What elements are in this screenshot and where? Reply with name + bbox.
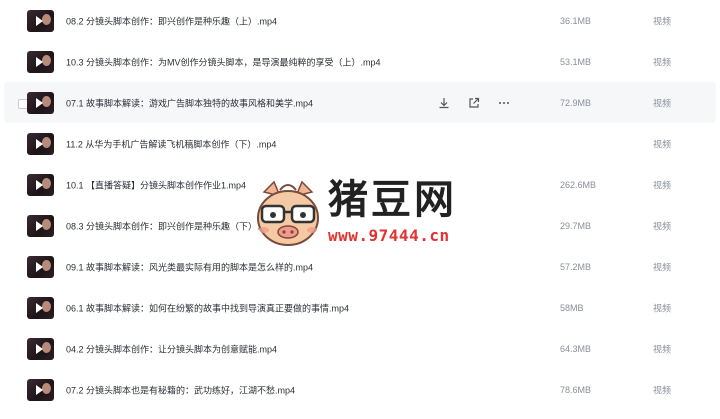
row-actions (437, 96, 511, 110)
file-type: 视频 (653, 385, 672, 395)
file-size: 57.2MB (560, 261, 592, 272)
file-row[interactable]: 04.2 分镜头脚本创作：让分镜头脚本为创意赋能.mp4 64.3MB 视频 (0, 328, 720, 369)
file-size: 58MB (560, 302, 584, 313)
file-type: 视频 (653, 180, 672, 190)
play-icon (36, 15, 43, 26)
file-type: 视频 (653, 221, 672, 231)
play-icon (36, 261, 43, 272)
file-name[interactable]: 10.3 分镜头脚本创作：为MV创作分镜头脚本，是导演最纯粹的享受（上）.mp4 (66, 55, 381, 68)
download-icon[interactable] (437, 96, 451, 110)
video-thumbnail[interactable] (27, 214, 54, 237)
file-name[interactable]: 08.3 分镜头脚本创作：即兴创作是种乐趣（下）.mp4 (66, 219, 277, 232)
video-thumbnail[interactable] (27, 378, 54, 401)
play-icon (36, 302, 43, 313)
file-row[interactable]: 10.3 分镜头脚本创作：为MV创作分镜头脚本，是导演最纯粹的享受（上）.mp4… (0, 41, 720, 82)
file-row[interactable]: 10.1 【直播答疑】分镜头脚本创作作业1.mp4 262.6MB 视频 (0, 164, 720, 205)
video-thumbnail[interactable] (27, 9, 54, 32)
more-icon[interactable] (497, 96, 511, 110)
file-row[interactable]: 08.3 分镜头脚本创作：即兴创作是种乐趣（下）.mp4 29.7MB 视频 (0, 205, 720, 246)
video-thumbnail[interactable] (27, 337, 54, 360)
file-type: 视频 (653, 344, 672, 354)
file-size: 78.6MB (560, 384, 592, 395)
video-thumbnail[interactable] (27, 50, 54, 73)
video-thumbnail[interactable] (27, 91, 54, 114)
file-type: 视频 (653, 262, 672, 272)
file-size: 36.1MB (560, 15, 592, 26)
file-name[interactable]: 07.2 分镜头脚本也是有秘籍的：武功练好，江湖不愁.mp4 (66, 383, 295, 396)
play-icon (36, 179, 43, 190)
play-icon (36, 56, 43, 67)
file-size: 64.3MB (560, 343, 592, 354)
file-name[interactable]: 08.2 分镜头脚本创作：即兴创作是种乐趣（上）.mp4 (66, 14, 277, 27)
play-icon (36, 384, 43, 395)
video-thumbnail[interactable] (27, 255, 54, 278)
file-name[interactable]: 09.1 故事脚本解读：风光类最实际有用的脚本是怎么样的.mp4 (66, 260, 313, 273)
file-type: 视频 (653, 16, 672, 26)
file-type: 视频 (653, 139, 672, 149)
file-row[interactable]: 08.2 分镜头脚本创作：即兴创作是种乐趣（上）.mp4 36.1MB 视频 (0, 0, 720, 41)
play-icon (36, 220, 43, 231)
file-name[interactable]: 07.1 故事脚本解读：游戏广告脚本独特的故事风格和美学.mp4 (66, 96, 313, 109)
play-icon (36, 343, 43, 354)
file-size: 29.7MB (560, 220, 592, 231)
file-size: 72.9MB (560, 97, 592, 108)
file-type: 视频 (653, 98, 672, 108)
file-type: 视频 (653, 57, 672, 67)
file-row[interactable]: 06.1 故事脚本解读：如何在纷繁的故事中找到导演真正要做的事情.mp4 58M… (0, 287, 720, 328)
file-row-hovered[interactable]: 07.1 故事脚本解读：游戏广告脚本独特的故事风格和美学.mp4 72.9MB … (4, 82, 716, 123)
file-name[interactable]: 11.2 从华为手机广告解读飞机稿脚本创作（下）.mp4 (66, 137, 276, 150)
file-name[interactable]: 10.1 【直播答疑】分镜头脚本创作作业1.mp4 (66, 178, 246, 191)
file-row[interactable]: 09.1 故事脚本解读：风光类最实际有用的脚本是怎么样的.mp4 57.2MB … (0, 246, 720, 287)
play-icon (36, 97, 43, 108)
share-icon[interactable] (467, 96, 481, 110)
file-name[interactable]: 06.1 故事脚本解读：如何在纷繁的故事中找到导演真正要做的事情.mp4 (66, 301, 349, 314)
file-row[interactable]: 11.2 从华为手机广告解读飞机稿脚本创作（下）.mp4 视频 (0, 123, 720, 164)
play-icon (36, 138, 43, 149)
video-thumbnail[interactable] (27, 132, 54, 155)
file-name[interactable]: 04.2 分镜头脚本创作：让分镜头脚本为创意赋能.mp4 (66, 342, 277, 355)
file-size: 53.1MB (560, 56, 592, 67)
video-thumbnail[interactable] (27, 173, 54, 196)
file-list: 08.2 分镜头脚本创作：即兴创作是种乐趣（上）.mp4 36.1MB 视频 1… (0, 0, 720, 410)
file-size: 262.6MB (560, 179, 597, 190)
file-type: 视频 (653, 303, 672, 313)
file-row[interactable]: 07.2 分镜头脚本也是有秘籍的：武功练好，江湖不愁.mp4 78.6MB 视频 (0, 369, 720, 410)
video-thumbnail[interactable] (27, 296, 54, 319)
